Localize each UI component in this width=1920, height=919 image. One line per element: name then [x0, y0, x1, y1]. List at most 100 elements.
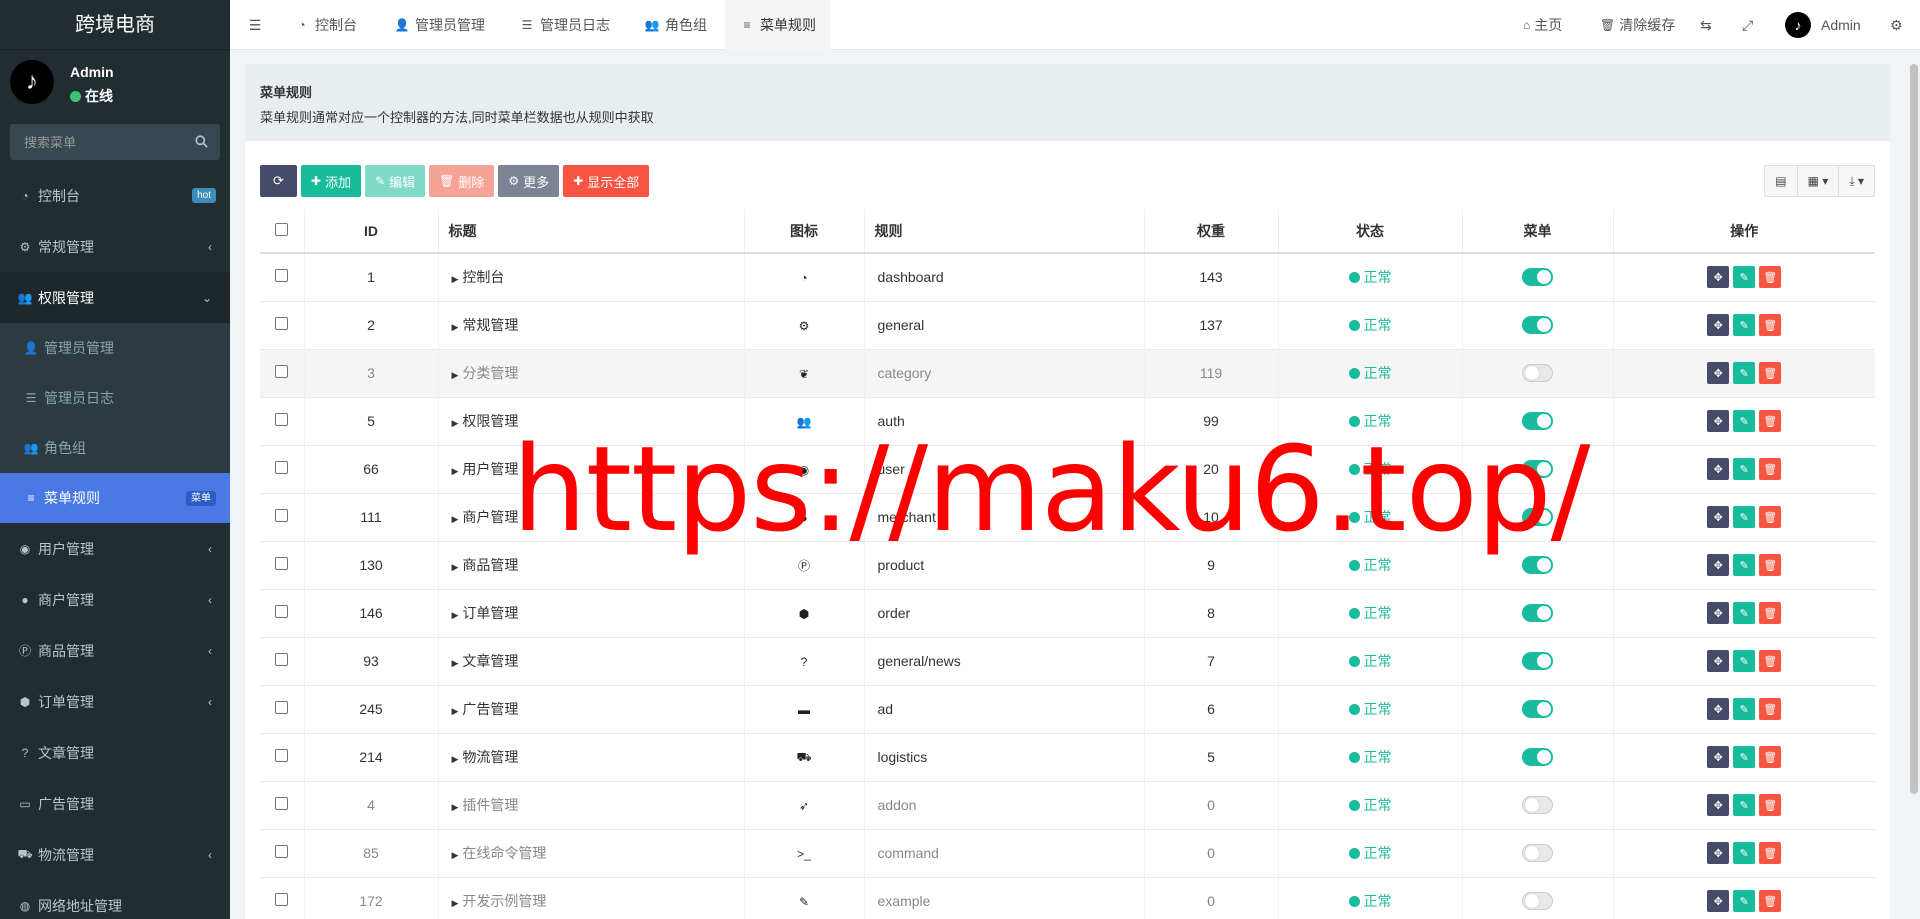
menu-toggle[interactable]: [1522, 508, 1553, 527]
drag-move-icon[interactable]: ✥: [1707, 314, 1730, 336]
drag-move-icon[interactable]: ✥: [1707, 506, 1730, 528]
row-checkbox[interactable]: [275, 461, 289, 474]
add-button[interactable]: ✚ 添加: [301, 165, 362, 197]
sidebar-item-ad[interactable]: ▭ 广告管理: [0, 778, 230, 829]
caret-right-icon[interactable]: ▶: [452, 658, 459, 668]
drag-move-icon[interactable]: ✥: [1707, 410, 1730, 432]
columns-dropdown-icon[interactable]: ▦ ▾: [1796, 166, 1839, 196]
drag-move-icon[interactable]: ✥: [1707, 458, 1730, 480]
sidebar-item-merchant[interactable]: ● 商户管理 ‹: [0, 574, 230, 625]
delete-trash-icon[interactable]: 🗑: [1759, 890, 1782, 913]
menu-toggle[interactable]: [1522, 316, 1553, 335]
cell-title[interactable]: ▶ 订单管理: [438, 588, 745, 637]
cell-title[interactable]: ▶ 商户管理: [438, 492, 745, 541]
edit-pencil-icon[interactable]: ✎: [1733, 698, 1756, 720]
table-row[interactable]: 85 ▶ 在线命令管理 >_ command 0 正常 ✥ ✎ 🗑: [260, 828, 1875, 877]
edit-pencil-icon[interactable]: ✎: [1733, 794, 1756, 816]
cell-title[interactable]: ▶ 插件管理: [438, 780, 745, 829]
menu-toggle[interactable]: [1522, 364, 1553, 383]
menu-toggle[interactable]: [1522, 892, 1553, 911]
sidebar-item-product[interactable]: Ⓟ 商品管理 ‹: [0, 625, 230, 676]
caret-right-icon[interactable]: ▶: [452, 754, 459, 764]
caret-right-icon[interactable]: ▶: [452, 706, 459, 716]
cell-title[interactable]: ▶ 商品管理: [438, 540, 745, 589]
row-checkbox[interactable]: [275, 509, 289, 522]
menu-toggle[interactable]: [1522, 412, 1553, 431]
caret-right-icon[interactable]: ▶: [452, 898, 459, 908]
menu-toggle[interactable]: [1522, 796, 1553, 815]
edit-button[interactable]: ✎ 编辑: [365, 165, 426, 197]
cell-title[interactable]: ▶ 文章管理: [438, 636, 745, 685]
settings-gear-icon[interactable]: ⚙: [1890, 0, 1903, 50]
row-checkbox[interactable]: [275, 845, 289, 858]
delete-trash-icon[interactable]: 🗑: [1759, 794, 1782, 816]
row-checkbox[interactable]: [275, 365, 289, 378]
delete-trash-icon[interactable]: 🗑: [1759, 410, 1782, 432]
sidebar-toggle-icon[interactable]: ☰: [240, 0, 270, 50]
table-row[interactable]: 1 ▶ 控制台 ◔ dashboard 143 正常 ✥ ✎ 🗑: [260, 252, 1875, 301]
table-row[interactable]: 4 ▶ 插件管理 ➶ addon 0 正常 ✥ ✎ 🗑: [260, 780, 1875, 829]
delete-trash-icon[interactable]: 🗑: [1759, 650, 1782, 672]
table-row[interactable]: 2 ▶ 常规管理 ⚙ general 137 正常 ✥ ✎ 🗑: [260, 300, 1875, 349]
edit-pencil-icon[interactable]: ✎: [1733, 554, 1756, 576]
caret-right-icon[interactable]: ▶: [452, 850, 459, 860]
drag-move-icon[interactable]: ✥: [1707, 554, 1730, 576]
cell-title[interactable]: ▶ 开发示例管理: [438, 876, 745, 919]
page-scrollbar[interactable]: [1910, 64, 1918, 794]
tab-adminlog[interactable]: ☰ 管理员日志: [505, 0, 625, 50]
delete-button[interactable]: 🗑 删除: [429, 165, 495, 197]
select-all-checkbox[interactable]: [275, 222, 289, 236]
row-checkbox[interactable]: [275, 557, 289, 570]
delete-trash-icon[interactable]: 🗑: [1759, 266, 1782, 289]
menu-toggle[interactable]: [1522, 844, 1553, 863]
refresh-button[interactable]: ⟳: [260, 165, 297, 197]
drag-move-icon[interactable]: ✥: [1707, 842, 1730, 864]
col-rule[interactable]: 规则: [864, 209, 1145, 254]
edit-pencil-icon[interactable]: ✎: [1733, 602, 1756, 624]
caret-right-icon[interactable]: ▶: [452, 514, 459, 524]
drag-move-icon[interactable]: ✥: [1707, 698, 1730, 720]
cell-title[interactable]: ▶ 用户管理: [438, 444, 745, 493]
edit-pencil-icon[interactable]: ✎: [1733, 458, 1756, 480]
language-icon[interactable]: ⇆: [1700, 0, 1712, 50]
sidebar-item-admin[interactable]: 👤 管理员管理: [0, 323, 230, 373]
sidebar-item-logistics[interactable]: ⛟ 物流管理 ‹: [0, 829, 230, 880]
cell-title[interactable]: ▶ 物流管理: [438, 732, 745, 781]
row-checkbox[interactable]: [275, 317, 289, 330]
row-checkbox[interactable]: [275, 749, 289, 762]
caret-right-icon[interactable]: ▶: [452, 322, 459, 332]
table-row[interactable]: 5 ▶ 权限管理 👥 auth 99 正常 ✥ ✎ 🗑: [260, 396, 1875, 445]
menu-toggle[interactable]: [1522, 556, 1553, 575]
admin-menu[interactable]: ♪ Admin: [1785, 0, 1861, 50]
more-button[interactable]: ⚙ 更多: [498, 165, 560, 197]
table-row[interactable]: 93 ▶ 文章管理? general/news 7 正常 ✥ ✎ 🗑: [260, 636, 1875, 685]
sidebar-item-dashboard[interactable]: ◔ 控制台 hot: [0, 170, 230, 221]
caret-right-icon[interactable]: ▶: [452, 370, 459, 380]
table-row[interactable]: 3 ▶ 分类管理 ❦ category 119 正常 ✥ ✎ 🗑: [260, 348, 1875, 397]
row-checkbox[interactable]: [275, 797, 289, 810]
app-logo[interactable]: 跨境电商: [0, 0, 230, 50]
drag-move-icon[interactable]: ✥: [1707, 362, 1730, 384]
delete-trash-icon[interactable]: 🗑: [1759, 314, 1782, 336]
drag-move-icon[interactable]: ✥: [1707, 602, 1730, 624]
row-checkbox[interactable]: [275, 701, 289, 714]
table-row[interactable]: 146 ▶ 订单管理 ⬢ order 8 正常 ✥ ✎ 🗑: [260, 588, 1875, 637]
tab-dashboard[interactable]: ◔ 控制台: [280, 0, 372, 50]
menu-toggle[interactable]: [1522, 652, 1553, 671]
row-checkbox[interactable]: [275, 413, 289, 426]
table-row[interactable]: 214 ▶ 物流管理 ⛟ logistics 5 正常 ✥ ✎ 🗑: [260, 732, 1875, 781]
show-all-button[interactable]: ✚ 显示全部: [563, 165, 650, 197]
col-icon[interactable]: 图标: [744, 209, 865, 254]
col-title[interactable]: 标题: [438, 209, 745, 254]
fullscreen-icon[interactable]: ⤢: [1742, 0, 1753, 50]
sidebar-search-input[interactable]: [10, 124, 220, 160]
edit-pencil-icon[interactable]: ✎: [1733, 362, 1756, 384]
col-id[interactable]: ID: [304, 209, 439, 254]
caret-right-icon[interactable]: ▶: [452, 562, 459, 572]
menu-toggle[interactable]: [1522, 268, 1553, 287]
sidebar-item-group[interactable]: 👥 角色组: [0, 423, 230, 473]
table-row[interactable]: 111 ▶ 商户管理 ● merchant 10 正常 ✥ ✎ 🗑: [260, 492, 1875, 541]
menu-toggle[interactable]: [1522, 604, 1553, 623]
menu-toggle[interactable]: [1522, 700, 1553, 719]
cell-title[interactable]: ▶ 控制台: [438, 252, 745, 301]
